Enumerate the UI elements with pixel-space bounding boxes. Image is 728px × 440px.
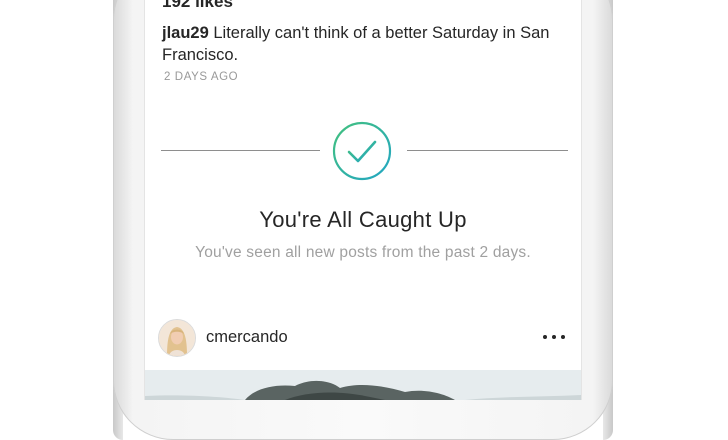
post-header: cmercando	[145, 318, 581, 360]
more-options-icon[interactable]	[543, 326, 565, 348]
post-timestamp: 2 DAYS AGO	[164, 71, 239, 83]
divider-left	[161, 150, 320, 151]
checkmark-circle-icon	[332, 121, 392, 181]
caught-up-subtitle: You've seen all new posts from the past …	[195, 244, 531, 261]
likes-count[interactable]: 192 likes	[162, 0, 233, 12]
avatar-image	[159, 320, 195, 356]
post-caption: jlau29 Literally can't think of a better…	[162, 22, 572, 66]
avatar[interactable]	[158, 319, 196, 357]
caption-username[interactable]: jlau29	[162, 24, 209, 42]
post-username[interactable]: cmercando	[206, 328, 288, 347]
more-dot	[561, 335, 565, 339]
caption-text: Literally can't think of a better Saturd…	[162, 24, 550, 64]
feed-screen[interactable]: 192 likes jlau29 Literally can't think o…	[145, 0, 581, 400]
more-dot	[552, 335, 556, 339]
divider-right	[407, 150, 568, 151]
more-dot	[543, 335, 547, 339]
post-image-content	[145, 370, 581, 400]
post-image[interactable]	[145, 370, 581, 400]
caught-up-title: You're All Caught Up	[259, 207, 467, 232]
